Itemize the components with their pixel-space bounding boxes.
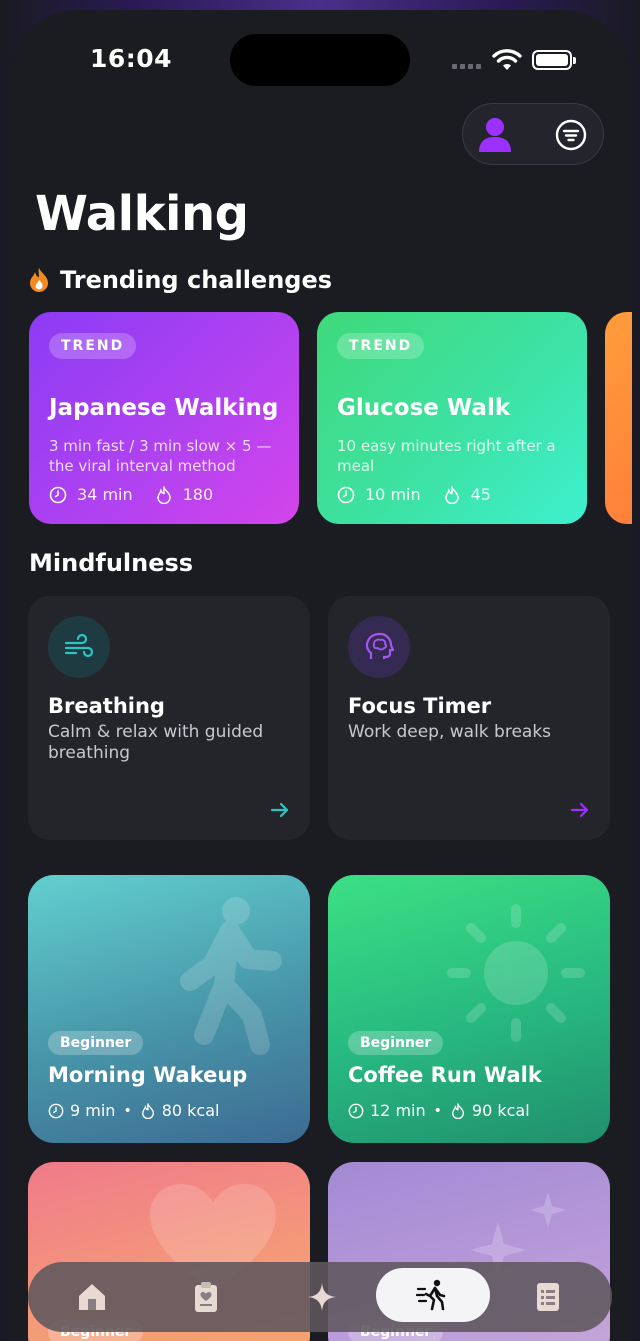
mindfulness-section-title: Mindfulness xyxy=(29,549,194,577)
flame-outline-icon xyxy=(141,1102,154,1119)
clock-icon xyxy=(49,486,67,503)
workout-meta: 9 min • 80 kcal xyxy=(48,1101,219,1120)
trend-card-title: Glucose Walk xyxy=(337,395,511,421)
clock-icon xyxy=(337,486,355,503)
trend-card-meta: 34 min 180 xyxy=(49,485,213,504)
trend-badge: TREND xyxy=(49,333,137,359)
trend-card-title: Japanese Walking xyxy=(49,395,279,421)
trend-card-japanese-walking[interactable]: TREND Japanese Walking 3 min fast / 3 mi… xyxy=(29,312,299,524)
level-badge: Beginner xyxy=(348,1031,444,1055)
clock-icon xyxy=(48,1103,64,1118)
arrow-right-icon xyxy=(270,802,289,818)
trend-calories: 180 xyxy=(182,485,214,504)
clock-icon xyxy=(348,1103,364,1118)
mindfulness-card-breathing[interactable]: Breathing Calm & relax with guided breat… xyxy=(28,596,310,840)
tab-plan[interactable] xyxy=(186,1262,226,1332)
walking-person-icon xyxy=(180,897,282,1055)
trend-card-description: 10 easy minutes right after a meal xyxy=(337,437,556,475)
sparkle-icon xyxy=(308,1283,336,1311)
home-icon xyxy=(79,1284,105,1310)
flame-outline-icon xyxy=(451,1102,464,1119)
walking-icon xyxy=(416,1279,446,1311)
mindfulness-card-description: Calm & relax with guided breathing xyxy=(48,722,264,763)
brain-head-icon xyxy=(348,616,410,678)
status-time: 16:04 xyxy=(90,44,173,73)
mindfulness-card-focus-timer[interactable]: Focus Timer Work deep, walk breaks xyxy=(328,596,610,840)
tab-log[interactable] xyxy=(528,1262,568,1332)
trend-card-meta: 10 min 45 xyxy=(337,485,491,504)
dynamic-island xyxy=(230,34,410,86)
tab-home[interactable] xyxy=(72,1262,112,1332)
workout-meta: 12 min • 90 kcal xyxy=(348,1101,530,1120)
mindfulness-card-description: Work deep, walk breaks xyxy=(348,722,552,742)
clipboard-heart-icon xyxy=(195,1282,217,1312)
level-badge: Beginner xyxy=(48,1031,144,1055)
flame-outline-icon xyxy=(156,485,171,504)
workout-card-coffee-run-walk[interactable]: Beginner Coffee Run Walk 12 min • 90 kca… xyxy=(328,875,610,1143)
profile-icon[interactable] xyxy=(477,116,513,154)
trend-duration: 10 min xyxy=(365,485,421,504)
tab-ai[interactable] xyxy=(302,1262,342,1332)
flame-outline-icon xyxy=(444,485,459,504)
trend-card-glucose-walk[interactable]: TREND Glucose Walk 10 easy minutes right… xyxy=(317,312,587,524)
app-screen: 16:04 Walking Trending challenges TREND … xyxy=(8,10,632,1341)
list-icon xyxy=(537,1283,559,1311)
arrow-right-icon xyxy=(570,802,589,818)
workout-title: Coffee Run Walk xyxy=(348,1063,542,1087)
trending-section-title: Trending challenges xyxy=(60,266,333,294)
flame-icon xyxy=(30,268,48,292)
tab-walking[interactable] xyxy=(376,1268,490,1322)
workout-card-morning-wakeup[interactable]: Beginner Morning Wakeup 9 min • 80 kcal xyxy=(28,875,310,1143)
trend-card-description: 3 min fast / 3 min slow × 5 — the viral … xyxy=(49,437,272,475)
workout-duration: 12 min xyxy=(370,1101,426,1120)
cellular-signal-icon xyxy=(452,64,481,69)
page-title: Walking xyxy=(35,186,249,242)
trend-badge: TREND xyxy=(337,333,425,359)
wifi-icon xyxy=(492,49,522,70)
header-actions xyxy=(462,103,604,165)
trend-duration: 34 min xyxy=(77,485,133,504)
workout-calories: 80 kcal xyxy=(161,1101,220,1120)
mindfulness-card-title: Focus Timer xyxy=(348,694,492,718)
trend-card-partial[interactable] xyxy=(605,312,632,524)
bottom-tab-bar xyxy=(28,1262,612,1332)
trend-calories: 45 xyxy=(470,485,491,504)
wind-icon xyxy=(48,616,110,678)
sun-icon xyxy=(447,904,585,1042)
phone-frame: 16:04 Walking Trending challenges TREND … xyxy=(0,0,640,1341)
mindfulness-card-title: Breathing xyxy=(48,694,165,718)
filter-icon[interactable] xyxy=(555,119,587,151)
workout-calories: 90 kcal xyxy=(471,1101,530,1120)
workout-title: Morning Wakeup xyxy=(48,1063,248,1087)
workout-duration: 9 min xyxy=(70,1101,116,1120)
battery-icon xyxy=(532,50,576,70)
